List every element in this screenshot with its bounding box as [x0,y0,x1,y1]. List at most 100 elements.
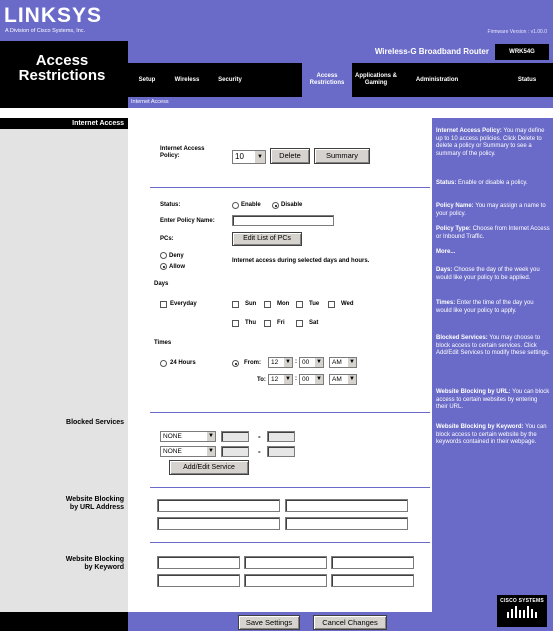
status-disable-label: Disable [281,202,303,208]
cisco-systems-logo: CISCO SYSTEMS [497,595,547,627]
url-input-1[interactable] [157,499,280,512]
blocked-service-select-1[interactable]: NONE ▼ [160,431,216,442]
section-keyword-line2: by Keyword [84,564,124,571]
tab-wireless[interactable]: Wireless [166,63,208,97]
help-more-link[interactable]: More... [436,249,550,257]
help-website-keyword: Website Blocking by Keyword: You can blo… [436,424,550,447]
days-label: Days [154,281,169,287]
help-title: Policy Name: [436,203,474,209]
from-minute-select[interactable]: 00 ▼ [299,357,324,368]
from-hour-select[interactable]: 12 ▼ [268,357,293,368]
policy-name-label: Enter Policy Name: [160,218,215,224]
everyday-checkbox[interactable] [160,301,167,308]
tab-status[interactable]: Status [502,63,552,97]
sub-tab-internet-access[interactable]: Internet Access [131,99,169,105]
help-status: Status: Enable or disable a policy. [436,180,550,188]
keyword-input-2[interactable] [244,556,327,569]
time-separator: : [295,359,297,365]
policy-name-input[interactable] [232,215,334,226]
day-thu-checkbox[interactable] [232,320,239,327]
status-enable-radio[interactable] [232,202,239,209]
router-admin-page: LINKSYS A Division of Cisco Systems, Inc… [0,0,553,631]
to-ampm-select[interactable]: AM ▼ [329,374,357,385]
port-start-input-2[interactable] [221,446,249,457]
everyday-label: Everyday [170,301,197,307]
tab-setup[interactable]: Setup [128,63,166,97]
access-deny-radio[interactable] [160,252,167,259]
to-hour-select[interactable]: 12 ▼ [268,374,293,385]
from-label: From: [244,360,261,366]
day-fri-checkbox[interactable] [264,320,271,327]
chevron-down-icon: ▼ [347,375,356,384]
to-minute-value: 00 [302,376,310,383]
times-label: Times [154,340,172,346]
keyword-input-4[interactable] [157,574,240,587]
help-times: Times: Enter the time of the day you wou… [436,300,550,315]
url-input-2[interactable] [285,499,408,512]
day-tue-checkbox[interactable] [296,301,303,308]
add-edit-service-button[interactable]: Add/Edit Service [169,460,249,475]
times-range-radio[interactable] [232,360,239,367]
access-allow-radio[interactable] [160,263,167,270]
cancel-changes-button[interactable]: Cancel Changes [313,615,387,630]
save-settings-button[interactable]: Save Settings [238,615,300,630]
policy-label: Internet Access Policy: [160,146,204,160]
tab-security[interactable]: Security [208,63,252,97]
top-banner: LINKSYS A Division of Cisco Systems, Inc… [0,0,553,41]
day-mon-checkbox[interactable] [264,301,271,308]
keyword-input-3[interactable] [331,556,414,569]
day-wed-checkbox[interactable] [328,301,335,308]
model-badge: WRK54G [495,44,549,60]
url-input-4[interactable] [285,517,408,530]
more-link[interactable]: More... [436,249,455,255]
summary-button[interactable]: Summary [314,148,370,164]
keyword-input-1[interactable] [157,556,240,569]
linksys-logo: LINKSYS [4,4,103,27]
port-end-input-2[interactable] [267,446,295,457]
port-range-dash: - [258,447,261,456]
firmware-version: Firmware Version : v1.00.0 [487,29,547,35]
edit-list-of-pcs-button[interactable]: Edit List of PCs [232,232,302,246]
access-allow-label: Allow [169,264,185,270]
port-start-input-1[interactable] [221,431,249,442]
to-ampm-value: AM [332,376,342,383]
keyword-input-5[interactable] [244,574,327,587]
day-fri-label: Fri [277,320,285,326]
page-title: Access Restrictions [0,53,124,83]
status-disable-radio[interactable] [272,202,279,209]
blocked-service-select-2[interactable]: NONE ▼ [160,446,216,457]
help-title: Website Blocking by URL: [436,389,511,395]
from-ampm-value: AM [332,359,342,366]
section-blocked-services: Blocked Services [66,419,124,426]
access-description: Internet access during selected days and… [232,258,370,264]
blocked-service-2-value: NONE [163,448,182,455]
policy-select[interactable]: 10 ▼ [232,150,266,164]
from-hour-value: 12 [271,359,279,366]
section-keyword-line1: Website Blocking [65,556,124,563]
help-days: Days: Choose the day of the week you wou… [436,267,550,282]
sub-tabs: Internet Access [128,97,553,108]
day-sat-checkbox[interactable] [296,320,303,327]
tab-administration[interactable]: Administration [402,63,472,97]
pcs-label: PCs: [160,236,174,242]
left-label-column [0,118,128,631]
time-separator: : [295,376,297,382]
times-24hours-radio[interactable] [160,360,167,367]
day-sun-checkbox[interactable] [232,301,239,308]
help-title: Days: [436,267,453,273]
tab-access-restrictions[interactable]: Access Restrictions [302,63,352,97]
help-title: Internet Access Policy: [436,128,502,134]
url-input-3[interactable] [157,517,280,530]
divider [150,542,430,543]
delete-button[interactable]: Delete [270,148,310,164]
chevron-down-icon: ▼ [254,151,265,163]
to-minute-select[interactable]: 00 ▼ [299,374,324,385]
port-end-input-1[interactable] [267,431,295,442]
product-name: Wireless-G Broadband Router [374,47,489,56]
cisco-bridge-icon [507,606,537,618]
tab-applications-gaming[interactable]: Applications & Gaming [352,63,400,97]
keyword-input-6[interactable] [331,574,414,587]
from-ampm-select[interactable]: AM ▼ [329,357,357,368]
logo-subtitle: A Division of Cisco Systems, Inc. [5,28,86,34]
help-column [432,118,553,631]
